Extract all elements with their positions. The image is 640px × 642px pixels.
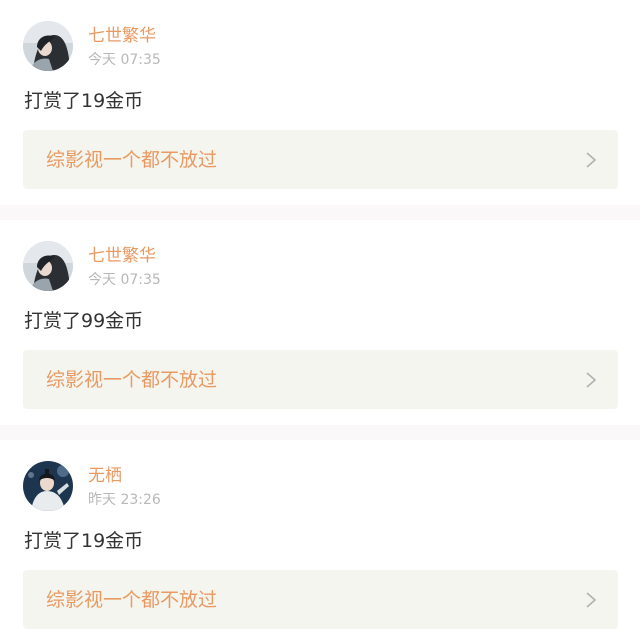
reward-entry: 七世繁华 今天 07:35 打赏了99金币 综影视一个都不放过 — [0, 220, 640, 425]
reward-message: 打赏了19金币 — [24, 90, 144, 112]
book-title: 综影视一个都不放过 — [46, 369, 218, 391]
reward-message: 打赏了19金币 — [24, 530, 144, 552]
username[interactable]: 无栖 — [88, 466, 122, 486]
book-title: 综影视一个都不放过 — [46, 589, 218, 611]
section-divider — [0, 205, 640, 220]
user-avatar-man-icon[interactable] — [23, 461, 73, 511]
chevron-right-icon — [585, 371, 597, 389]
reward-entry: 七世繁华 今天 07:35 打赏了19金币 综影视一个都不放过 — [0, 0, 640, 205]
reward-entry: 无栖 昨天 23:26 打赏了19金币 综影视一个都不放过 — [0, 440, 640, 642]
reward-feed: 七世繁华 今天 07:35 打赏了19金币 综影视一个都不放过 七世繁华 今天 … — [0, 0, 640, 642]
user-avatar-girl-icon[interactable] — [23, 21, 73, 71]
reward-message: 打赏了99金币 — [24, 310, 144, 332]
username[interactable]: 七世繁华 — [88, 26, 156, 46]
book-title: 综影视一个都不放过 — [46, 149, 218, 171]
user-avatar-girl-icon[interactable] — [23, 241, 73, 291]
section-divider — [0, 425, 640, 440]
chevron-right-icon — [585, 591, 597, 609]
book-link-card[interactable]: 综影视一个都不放过 — [23, 350, 618, 409]
timestamp: 今天 07:35 — [88, 272, 161, 288]
chevron-right-icon — [585, 151, 597, 169]
username[interactable]: 七世繁华 — [88, 246, 156, 266]
book-link-card[interactable]: 综影视一个都不放过 — [23, 570, 618, 629]
book-link-card[interactable]: 综影视一个都不放过 — [23, 130, 618, 189]
timestamp: 昨天 23:26 — [88, 492, 161, 508]
timestamp: 今天 07:35 — [88, 52, 161, 68]
